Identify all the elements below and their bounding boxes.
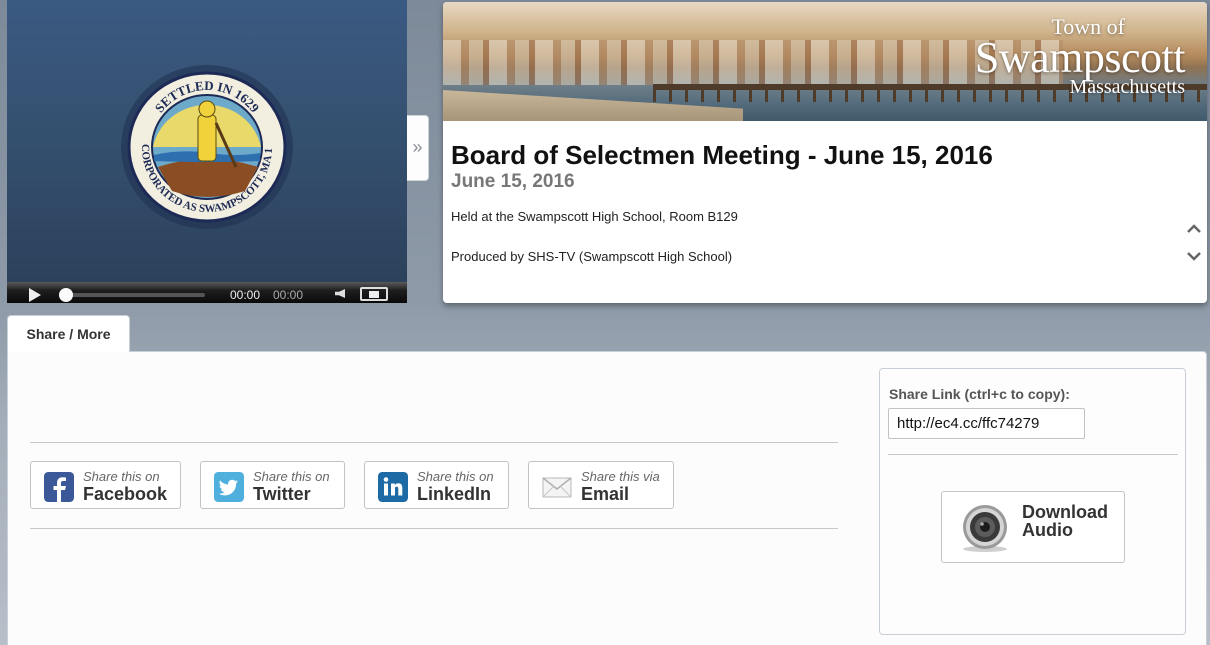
player-controls: 00:00 00:00 — [7, 282, 407, 303]
fullscreen-icon[interactable] — [360, 287, 388, 301]
share-email-prefix: Share this via — [581, 469, 660, 484]
twitter-icon — [214, 472, 244, 502]
banner-houses — [443, 40, 1063, 85]
meeting-location: Held at the Swampscott High School, Room… — [451, 209, 738, 224]
meeting-info-panel: Town of Swampscott Massachusetts Board o… — [443, 2, 1207, 303]
play-icon[interactable] — [29, 288, 41, 302]
share-link-label: Share Link (ctrl+c to copy): — [889, 386, 1070, 402]
share-facebook-button[interactable]: Share this on Facebook — [30, 461, 181, 509]
share-twitter-label: Twitter — [253, 484, 311, 504]
meeting-title: Board of Selectmen Meeting - June 15, 20… — [451, 140, 993, 170]
video-player[interactable]: SETTLED IN 1629 INCORPORATED AS SWAMPSCO… — [7, 0, 407, 303]
share-link-field[interactable] — [888, 408, 1085, 439]
town-logo: Town of Swampscott Massachusetts — [974, 14, 1186, 98]
download-audio-line-1: Download — [1022, 502, 1108, 522]
download-audio-button[interactable]: Download Audio — [941, 491, 1125, 563]
share-facebook-prefix: Share this on — [83, 469, 160, 484]
tab-share-more[interactable]: Share / More — [7, 315, 130, 352]
linkedin-icon — [378, 472, 408, 502]
divider — [30, 442, 838, 443]
share-link-box: Share Link (ctrl+c to copy): Download Au… — [879, 368, 1186, 635]
scroll-up-icon[interactable] — [1186, 221, 1202, 237]
seek-handle[interactable] — [59, 288, 73, 302]
divider — [888, 454, 1178, 455]
download-audio-line-2: Audio — [1022, 520, 1073, 540]
share-linkedin-button[interactable]: Share this on LinkedIn — [364, 461, 509, 509]
share-twitter-button[interactable]: Share this on Twitter — [200, 461, 345, 509]
share-facebook-label: Facebook — [83, 484, 168, 504]
town-seal-icon: SETTLED IN 1629 INCORPORATED AS SWAMPSCO… — [120, 63, 293, 229]
facebook-icon — [44, 472, 74, 502]
volume-icon[interactable] — [335, 289, 345, 298]
share-email-button[interactable]: Share this via Email — [528, 461, 674, 509]
scroll-down-icon[interactable] — [1186, 248, 1202, 264]
meeting-date: June 15, 2016 — [451, 171, 575, 192]
share-twitter-prefix: Share this on — [253, 469, 330, 484]
logo-line-2: Swampscott — [974, 33, 1186, 82]
email-icon — [542, 477, 572, 498]
town-banner: Town of Swampscott Massachusetts — [443, 2, 1207, 121]
speaker-icon — [963, 505, 1007, 552]
share-linkedin-label: LinkedIn — [417, 484, 492, 504]
expand-toggle-button[interactable]: » — [407, 115, 429, 181]
current-time: 00:00 — [230, 288, 261, 302]
seek-bar[interactable] — [65, 293, 205, 297]
share-email-label: Email — [581, 484, 630, 504]
share-panel: Share this on Facebook Share this on Twi… — [7, 351, 1207, 645]
divider — [30, 528, 838, 529]
share-linkedin-prefix: Share this on — [417, 469, 494, 484]
total-time: 00:00 — [273, 288, 304, 302]
meeting-producer: Produced by SHS-TV (Swampscott High Scho… — [451, 249, 733, 264]
